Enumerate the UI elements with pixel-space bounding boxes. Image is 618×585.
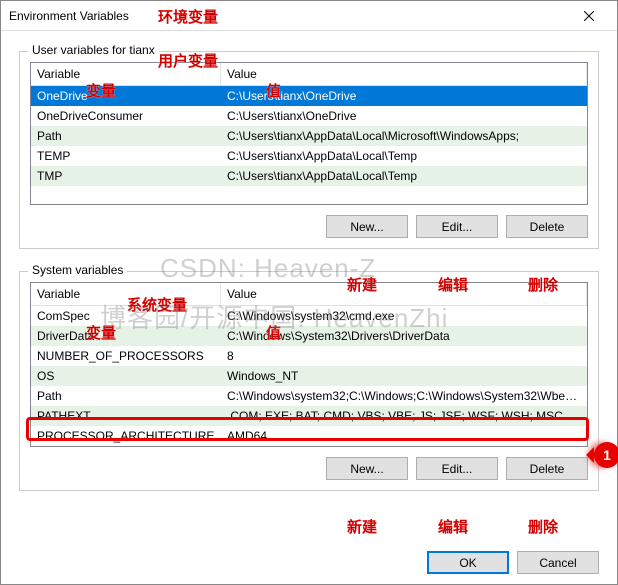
cell-val: .COM;.EXE;.BAT;.CMD;.VBS;.VBE;.JS;.JSE;.… <box>221 406 587 426</box>
table-row <box>31 186 587 204</box>
ok-button[interactable]: OK <box>427 551 509 574</box>
user-table-header: Variable Value <box>31 63 587 86</box>
title-bar: Environment Variables <box>1 1 617 31</box>
table-row[interactable]: ComSpec C:\Windows\system32\cmd.exe <box>31 306 587 326</box>
cell-val: C:\Windows\system32;C:\Windows;C:\Window… <box>221 386 587 406</box>
system-group-label: System variables <box>28 263 127 277</box>
cell-var: Path <box>31 386 221 406</box>
new-button[interactable]: New... <box>326 215 408 238</box>
table-row[interactable]: OS Windows_NT <box>31 366 587 386</box>
cell-var: NUMBER_OF_PROCESSORS <box>31 346 221 366</box>
cell-val: AMD64 <box>221 426 587 446</box>
cell-var: TMP <box>31 166 221 186</box>
table-row[interactable]: PATHEXT .COM;.EXE;.BAT;.CMD;.VBS;.VBE;.J… <box>31 406 587 426</box>
cell-val: 8 <box>221 346 587 366</box>
dialog-button-row: OK Cancel <box>1 543 617 584</box>
user-button-row: New... Edit... Delete <box>30 215 588 238</box>
delete-button[interactable]: Delete <box>506 457 588 480</box>
table-row[interactable]: PROCESSOR_ARCHITECTURE AMD64 <box>31 426 587 446</box>
cell-val: C:\Users\tianx\AppData\Local\Temp <box>221 146 587 166</box>
new-button[interactable]: New... <box>326 457 408 480</box>
table-row[interactable]: TEMP C:\Users\tianx\AppData\Local\Temp <box>31 146 587 166</box>
system-table-header: Variable Value <box>31 283 587 306</box>
close-icon <box>584 11 594 21</box>
col-variable[interactable]: Variable <box>31 63 221 85</box>
close-button[interactable] <box>569 2 609 30</box>
table-row[interactable]: NUMBER_OF_PROCESSORS 8 <box>31 346 587 366</box>
cell-var: PROCESSOR_ARCHITECTURE <box>31 426 221 446</box>
system-variables-table[interactable]: Variable Value ComSpec C:\Windows\system… <box>30 282 588 447</box>
cell-val: C:\Windows\system32\cmd.exe <box>221 306 587 326</box>
col-variable[interactable]: Variable <box>31 283 221 305</box>
env-vars-dialog: Environment Variables User variables for… <box>0 0 618 585</box>
cell-val: Windows_NT <box>221 366 587 386</box>
cell-val: C:\Users\tianx\AppData\Local\Microsoft\W… <box>221 126 587 146</box>
edit-button[interactable]: Edit... <box>416 215 498 238</box>
delete-button[interactable]: Delete <box>506 215 588 238</box>
col-value[interactable]: Value <box>221 63 587 85</box>
cell-var: OS <box>31 366 221 386</box>
system-button-row: New... Edit... Delete <box>30 457 588 480</box>
table-row[interactable]: TMP C:\Users\tianx\AppData\Local\Temp <box>31 166 587 186</box>
system-variables-group: System variables Variable Value ComSpec … <box>19 271 599 491</box>
cell-var: PATHEXT <box>31 406 221 426</box>
table-row[interactable]: OneDriveConsumer C:\Users\tianx\OneDrive <box>31 106 587 126</box>
cell-val: C:\Users\tianx\AppData\Local\Temp <box>221 166 587 186</box>
cell-val: C:\Windows\System32\Drivers\DriverData <box>221 326 587 346</box>
table-row[interactable]: Path C:\Users\tianx\AppData\Local\Micros… <box>31 126 587 146</box>
col-value[interactable]: Value <box>221 283 587 305</box>
cell-val: C:\Users\tianx\OneDrive <box>221 106 587 126</box>
table-row[interactable]: Path C:\Windows\system32;C:\Windows;C:\W… <box>31 386 587 406</box>
cell-var: Path <box>31 126 221 146</box>
cell-val: C:\Users\tianx\OneDrive <box>221 86 587 106</box>
cancel-button[interactable]: Cancel <box>517 551 599 574</box>
user-variables-group: User variables for tianx Variable Value … <box>19 51 599 249</box>
edit-button[interactable]: Edit... <box>416 457 498 480</box>
dialog-content: User variables for tianx Variable Value … <box>1 31 617 543</box>
cell-var: OneDrive <box>31 86 221 106</box>
user-variables-table[interactable]: Variable Value OneDrive C:\Users\tianx\O… <box>30 62 588 205</box>
user-group-label: User variables for tianx <box>28 43 159 57</box>
cell-var: ComSpec <box>31 306 221 326</box>
cell-var: DriverData <box>31 326 221 346</box>
table-row[interactable]: DriverData C:\Windows\System32\Drivers\D… <box>31 326 587 346</box>
dialog-title: Environment Variables <box>9 9 129 23</box>
table-row[interactable]: OneDrive C:\Users\tianx\OneDrive <box>31 86 587 106</box>
cell-var: TEMP <box>31 146 221 166</box>
cell-var: OneDriveConsumer <box>31 106 221 126</box>
annotation-badge-1: 1 <box>594 442 618 468</box>
